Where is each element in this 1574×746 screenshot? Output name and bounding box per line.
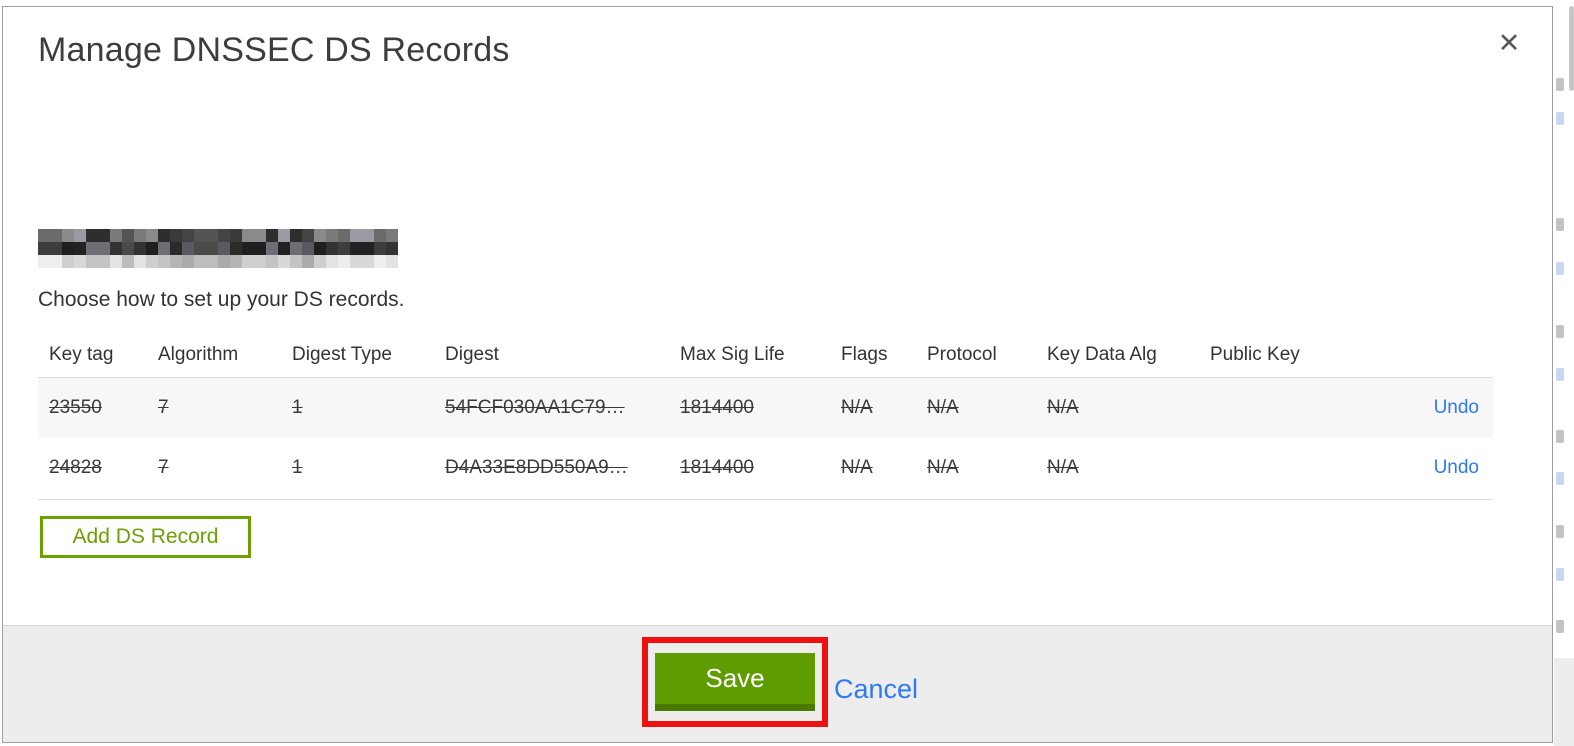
cell-algorithm: 7: [158, 396, 169, 418]
cell-key-data-alg: N/A: [1047, 396, 1079, 418]
undo-link[interactable]: Undo: [1434, 397, 1479, 418]
cancel-link[interactable]: Cancel: [834, 674, 918, 705]
table-header-row: Key tag Algorithm Digest Type Digest Max…: [38, 333, 1493, 378]
close-icon[interactable]: ✕: [1491, 25, 1527, 61]
redacted-domain-name: [38, 229, 398, 268]
col-header-flags: Flags: [841, 333, 927, 378]
cell-protocol: N/A: [927, 457, 959, 479]
occluded-background-page: [1554, 0, 1574, 746]
intro-text: Choose how to set up your DS records.: [38, 288, 405, 311]
undo-link[interactable]: Undo: [1434, 457, 1479, 478]
cell-digest: D4A33E8DD550A9…: [445, 457, 628, 479]
cell-digest: 54FCF030AA1C79…: [445, 396, 625, 418]
cell-flags: N/A: [841, 396, 873, 418]
cell-key-tag: 23550: [49, 396, 102, 418]
occluded-background-text-fragment: [1556, 218, 1564, 231]
save-button[interactable]: Save: [655, 653, 815, 711]
modal-footer: Save Cancel: [3, 625, 1552, 742]
cell-flags: N/A: [841, 457, 873, 479]
screen: Manage DNSSEC DS Records ✕ Choose how to…: [0, 0, 1574, 746]
col-header-key-data-alg: Key Data Alg: [1047, 333, 1210, 378]
ds-records-table: Key tag Algorithm Digest Type Digest Max…: [38, 333, 1493, 500]
col-header-digest: Digest: [445, 333, 680, 378]
modal-title: Manage DNSSEC DS Records: [38, 31, 510, 69]
occluded-background-footer: [1554, 658, 1574, 746]
col-header-public-key: Public Key: [1210, 333, 1350, 378]
occluded-background-text-fragment: [1556, 430, 1564, 443]
occluded-background-text-fragment: [1556, 472, 1564, 485]
col-header-max-sig-life: Max Sig Life: [680, 333, 841, 378]
occluded-background-text-fragment: [1556, 368, 1564, 381]
cell-digest-type: 1: [292, 396, 303, 418]
cell-key-data-alg: N/A: [1047, 457, 1079, 479]
manage-dnssec-modal: Manage DNSSEC DS Records ✕ Choose how to…: [2, 6, 1553, 743]
cell-algorithm: 7: [158, 457, 169, 479]
cell-key-tag: 24828: [49, 457, 102, 479]
col-header-key-tag: Key tag: [38, 333, 158, 378]
col-header-actions: [1350, 333, 1493, 378]
occluded-background-text-fragment: [1556, 78, 1564, 91]
occluded-background-text-fragment: [1556, 525, 1564, 538]
occluded-background-text-fragment: [1556, 620, 1564, 633]
col-header-digest-type: Digest Type: [292, 333, 445, 378]
occluded-background-text-fragment: [1556, 325, 1564, 338]
occluded-background-text-fragment: [1556, 112, 1564, 125]
table-row: 23550 7 1 54FCF030AA1C79… 1814400 N/A N/…: [38, 377, 1493, 438]
col-header-algorithm: Algorithm: [158, 333, 292, 378]
scrollbar-thumb[interactable]: [1569, 6, 1574, 91]
table-row: 24828 7 1 D4A33E8DD550A9… 1814400 N/A N/…: [38, 438, 1493, 499]
cell-protocol: N/A: [927, 396, 959, 418]
cell-digest-type: 1: [292, 457, 303, 479]
col-header-protocol: Protocol: [927, 333, 1047, 378]
occluded-background-text-fragment: [1556, 262, 1564, 275]
annotation-highlight-rect: Save: [642, 637, 828, 727]
add-ds-record-button[interactable]: Add DS Record: [40, 516, 251, 558]
cell-max-sig-life: 1814400: [680, 457, 754, 479]
occluded-background-text-fragment: [1556, 568, 1564, 581]
cell-max-sig-life: 1814400: [680, 396, 754, 418]
